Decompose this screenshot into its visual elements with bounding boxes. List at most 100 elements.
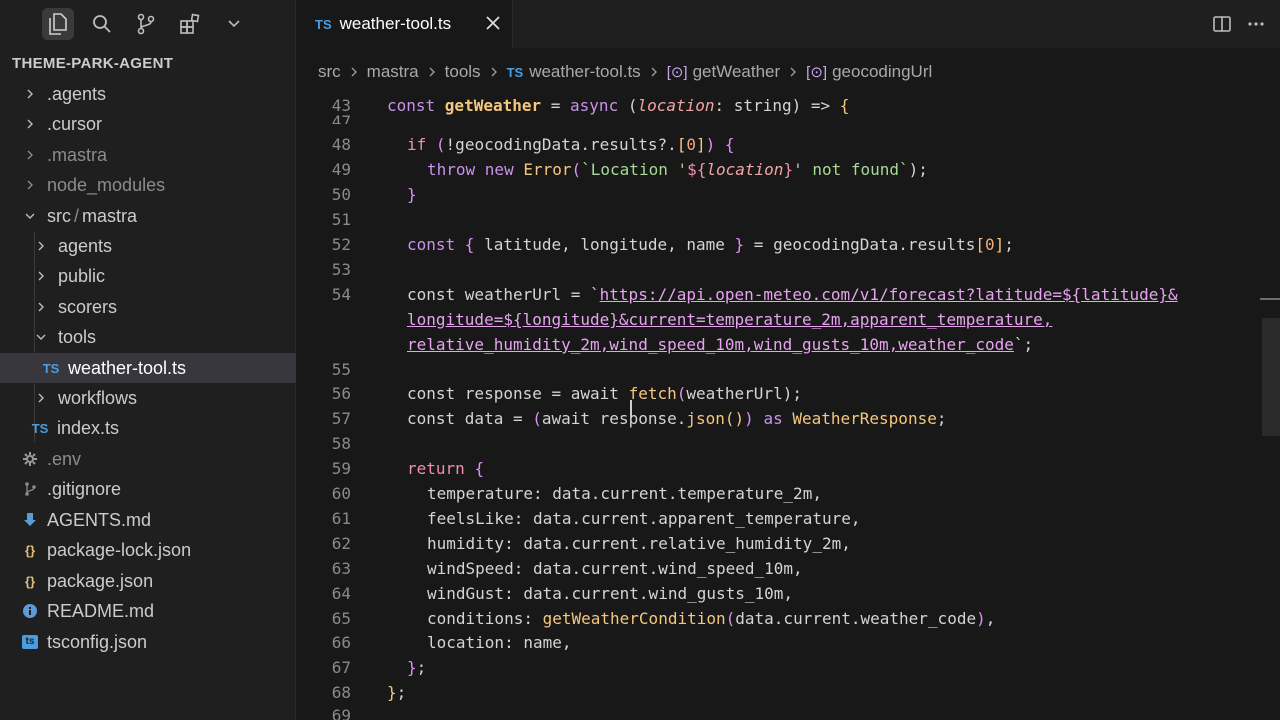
breadcrumb-item[interactable]: weather-tool.ts (529, 62, 641, 82)
breadcrumb-item[interactable]: getWeather (693, 62, 781, 82)
line-number: 64 (331, 584, 351, 603)
tree-label: .cursor (47, 113, 103, 134)
code-line-57: const data = (await response.json()) as … (407, 409, 947, 428)
tree-folder-mastra-hidden[interactable]: .mastra (0, 140, 317, 170)
chevron-right-icon (33, 392, 49, 404)
tree-label: package-lock.json (47, 539, 192, 560)
tree-file-weather-tool[interactable]: TS weather-tool.ts (0, 353, 335, 383)
line-number: 48 (331, 135, 351, 154)
chevron-right-icon (789, 66, 797, 78)
tree-file-package-lock[interactable]: {} package-lock.json (0, 535, 314, 565)
tree-file-package-json[interactable]: {} package.json (0, 566, 314, 596)
gear-icon (19, 451, 41, 467)
code-line-54-wrap-2: relative_humidity_2m,wind_speed_10m,wind… (407, 335, 1034, 354)
line-number: 56 (331, 384, 351, 403)
tree-file-tsconfig[interactable]: ts tsconfig.json (0, 627, 314, 657)
tree-file-gitignore[interactable]: .gitignore (0, 474, 314, 504)
tree-folder-scorers[interactable]: scorers (0, 292, 328, 322)
chevron-right-icon (650, 66, 658, 78)
tree-folder-src-mastra[interactable]: src / mastra (0, 201, 317, 231)
line-number: 59 (331, 459, 351, 478)
tree-label: agents (58, 235, 113, 256)
tree-label: weather-tool.ts (68, 357, 187, 378)
scrollbar-marker (1260, 298, 1280, 300)
tree-folder-tools[interactable]: tools (0, 322, 328, 352)
breadcrumb-item[interactable]: src (318, 62, 341, 82)
chevron-right-icon (22, 179, 38, 191)
chevron-down-icon[interactable] (218, 8, 250, 40)
chevron-right-icon (33, 301, 49, 313)
chevron-right-icon (33, 270, 49, 282)
chevron-right-icon (22, 88, 38, 100)
line-number: 55 (331, 360, 351, 379)
tree-folder-agents[interactable]: .agents (0, 79, 317, 109)
breadcrumb-item[interactable]: geocodingUrl (832, 62, 932, 82)
files-icon[interactable] (42, 8, 74, 40)
split-editor-icon[interactable] (1212, 14, 1232, 39)
tree-file-agents-md[interactable]: AGENTS.md (0, 505, 314, 535)
chevron-right-icon (490, 66, 498, 78)
explorer-sidebar: THEME-PARK-AGENT .agents .cursor .mastra… (0, 0, 335, 720)
tree-label: .gitignore (47, 478, 122, 499)
code-line-52: const { latitude, longitude, name } = ge… (407, 235, 1014, 254)
close-icon[interactable] (484, 14, 502, 37)
more-icon[interactable] (1246, 14, 1266, 39)
tree-file-readme[interactable]: README.md (0, 596, 314, 626)
search-icon[interactable] (86, 8, 118, 40)
breadcrumb-item[interactable]: tools (445, 62, 481, 82)
tree-label: node_modules (47, 174, 166, 195)
tree-folder-node-modules[interactable]: node_modules (0, 170, 317, 200)
line-number: 58 (331, 434, 351, 453)
chevron-right-icon (22, 118, 38, 130)
line-number: 60 (331, 484, 351, 503)
line-number: 63 (331, 559, 351, 578)
tree-label: package.json (47, 570, 154, 591)
line-number: 68 (331, 683, 351, 702)
tab-label: weather-tool.ts (339, 14, 452, 33)
typescript-file-icon: TS (42, 360, 60, 376)
code-line-49: throw new Error(`Location '${location}' … (427, 160, 928, 179)
tree-folder-agents-src[interactable]: agents (0, 231, 328, 261)
tree-label: public (58, 265, 106, 286)
code-line-54: const weatherUrl = `https://api.open-met… (407, 285, 1178, 304)
tree-label: .agents (47, 83, 107, 104)
code-line-64: windGust: data.current.wind_gusts_10m, (427, 584, 794, 603)
typescript-file-icon: TS (315, 16, 332, 32)
tree-folder-public[interactable]: public (0, 261, 328, 291)
line-number: 50 (331, 185, 351, 204)
tab-weather-tool[interactable]: TS weather-tool.ts (296, 0, 513, 48)
path-separator: / (74, 205, 80, 226)
tsconfig-file-icon: ts (19, 635, 41, 649)
tree-file-env[interactable]: .env (0, 444, 314, 474)
tree-label: .mastra (47, 144, 108, 165)
source-control-icon[interactable] (130, 8, 162, 40)
tree-folder-cursor[interactable]: .cursor (0, 109, 317, 139)
line-number: 51 (331, 210, 351, 229)
line-number: 54 (331, 285, 351, 304)
chevron-right-icon (428, 66, 436, 78)
code-line-65: conditions: getWeatherCondition(data.cur… (427, 609, 996, 628)
extensions-icon[interactable] (174, 8, 206, 40)
code-line-62: humidity: data.current.relative_humidity… (427, 534, 851, 553)
tree-label: src (47, 205, 71, 226)
code-line-60: temperature: data.current.temperature_2m… (427, 484, 822, 503)
chevron-down-icon (22, 212, 38, 220)
chevron-down-icon (33, 333, 49, 341)
line-number: 53 (331, 260, 351, 279)
tree-file-index[interactable]: TS index.ts (0, 413, 324, 443)
symbol-variable-icon: [⊙] (806, 64, 828, 81)
code-line-59: return { (407, 459, 485, 478)
code-editor[interactable]: 43 47 48 49 50 51 52 53 54 55 56 57 58 5… (296, 92, 1280, 720)
line-number: 69 (331, 706, 351, 720)
json-file-icon: {} (24, 573, 36, 589)
code-line-56: const response = await fetch(weatherUrl)… (407, 384, 802, 403)
line-number: 66 (331, 633, 351, 652)
text-cursor (630, 400, 632, 416)
tree-label: README.md (47, 600, 155, 621)
vertical-scrollbar[interactable] (1262, 318, 1280, 436)
symbol-variable-icon: [⊙] (666, 64, 688, 81)
tree-label: .env (47, 448, 82, 469)
tree-folder-workflows[interactable]: workflows (0, 383, 328, 413)
breadcrumb-item[interactable]: mastra (367, 62, 419, 82)
info-icon (19, 603, 41, 619)
